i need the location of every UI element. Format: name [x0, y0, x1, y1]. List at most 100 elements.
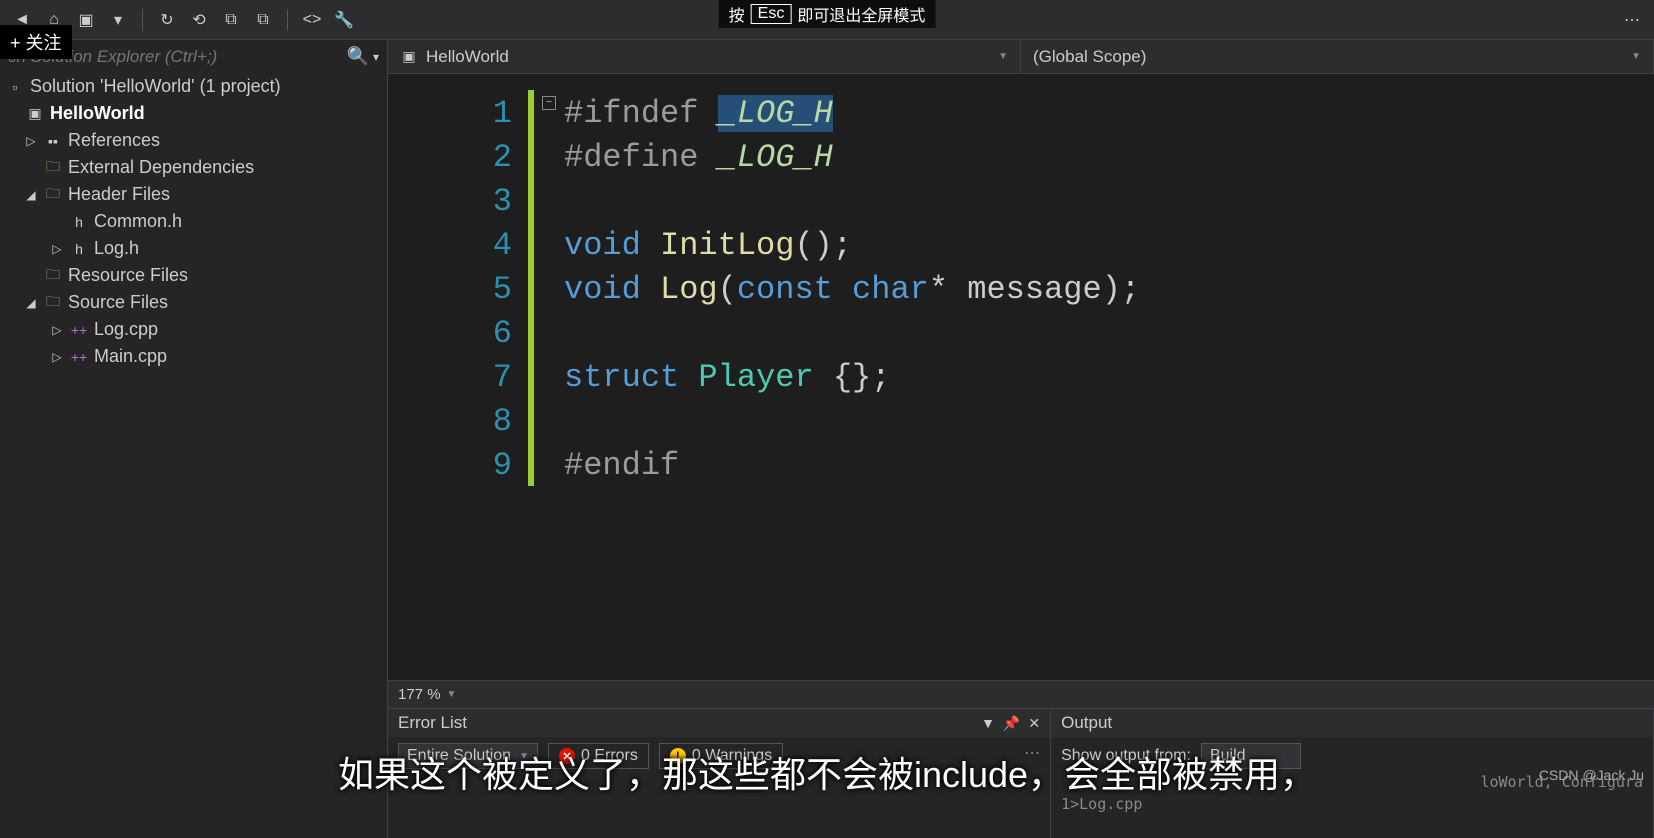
file-node-common-h[interactable]: h Common.h [0, 208, 387, 235]
search-dropdown-icon[interactable]: ▾ [373, 50, 379, 64]
warnings-count: 0 Warnings [692, 747, 772, 765]
scope-filter-dropdown[interactable]: Entire Solution ▼ [398, 743, 538, 769]
node-label: Source Files [68, 292, 168, 313]
line-number: 1 [388, 92, 512, 136]
output-source-dropdown[interactable]: Build [1201, 743, 1301, 769]
source-files-node[interactable]: ◢ 🗀 Source Files [0, 289, 387, 316]
member-scope-dropdown[interactable]: (Global Scope) ▼ [1021, 40, 1654, 73]
nav-right-label: (Global Scope) [1033, 47, 1146, 67]
code-content[interactable]: #ifndef _LOG_H #define _LOG_H void InitL… [564, 74, 1654, 680]
paste-icon[interactable]: ⧉ [251, 8, 275, 32]
project-node[interactable]: ▣ HelloWorld [0, 100, 387, 127]
expander-icon[interactable]: ▷ [50, 350, 64, 364]
fold-column: − [534, 74, 564, 680]
navigation-bar: ▣ HelloWorld ▼ (Global Scope) ▼ [388, 40, 1654, 74]
chevron-down-icon: ▼ [519, 751, 529, 762]
file-label: Common.h [94, 211, 182, 232]
zoom-bar: 177 % ▼ [388, 680, 1654, 708]
line-number: 7 [388, 356, 512, 400]
line-number: 5 [388, 268, 512, 312]
separator [142, 9, 143, 31]
header-files-node[interactable]: ◢ 🗀 Header Files [0, 181, 387, 208]
folder-icon: 🗀 [44, 186, 62, 204]
bottom-panels: Error List ▼ 📌 ✕ Entire Solution ▼ ✕ 0 E… [388, 708, 1654, 838]
pin-icon[interactable]: 📌 [1003, 715, 1020, 732]
panel-title: Output [1061, 713, 1643, 733]
file-node-main-cpp[interactable]: ▷ ++ Main.cpp [0, 343, 387, 370]
esc-keycap: Esc [751, 4, 792, 24]
solution-tree: ▫ Solution 'HelloWorld' (1 project) ▣ He… [0, 73, 387, 838]
expander-icon[interactable]: ◢ [24, 188, 38, 202]
solution-node[interactable]: ▫ Solution 'HelloWorld' (1 project) [0, 73, 387, 100]
code-icon[interactable]: <> [300, 8, 324, 32]
errors-filter-button[interactable]: ✕ 0 Errors [548, 743, 649, 769]
node-label: External Dependencies [68, 157, 254, 178]
h-file-icon: h [70, 240, 88, 258]
warning-icon: ! [670, 748, 686, 764]
scope-label: Entire Solution [407, 747, 511, 765]
resource-files-node[interactable]: 🗀 Resource Files [0, 262, 387, 289]
line-number: 6 [388, 312, 512, 356]
external-deps-node[interactable]: 🗀 External Dependencies [0, 154, 387, 181]
file-label: Log.cpp [94, 319, 158, 340]
warnings-filter-button[interactable]: ! 0 Warnings [659, 743, 783, 769]
fold-toggle[interactable]: − [542, 96, 556, 110]
line-number: 4 [388, 224, 512, 268]
overflow-icon[interactable]: ⋯ [1620, 8, 1644, 32]
zoom-level[interactable]: 177 % [398, 686, 441, 703]
file-node-log-h[interactable]: ▷ h Log.h [0, 235, 387, 262]
line-number-gutter: 1 2 3 4 5 6 7 8 9 [388, 74, 528, 680]
project-label: HelloWorld [50, 103, 145, 124]
search-icon[interactable]: 🔍 [347, 46, 369, 67]
hint-post: 即可退出全屏模式 [797, 2, 925, 26]
solution-icon: ▫ [6, 78, 24, 96]
refresh-icon[interactable]: ⟲ [187, 8, 211, 32]
new-item-icon[interactable]: ▣ [74, 8, 98, 32]
node-label: References [68, 130, 160, 151]
separator [287, 9, 288, 31]
expander-icon[interactable]: ◢ [24, 296, 38, 310]
overflow-icon[interactable]: ⋯ [1024, 743, 1040, 763]
file-node-log-cpp[interactable]: ▷ ++ Log.cpp [0, 316, 387, 343]
editor-zone: ▣ HelloWorld ▼ (Global Scope) ▼ 1 2 3 4 … [388, 40, 1654, 838]
code-editor[interactable]: 1 2 3 4 5 6 7 8 9 − #ifndef _LOG_H #defi… [388, 74, 1654, 680]
dropdown-icon[interactable]: ▾ [106, 8, 130, 32]
project-scope-dropdown[interactable]: ▣ HelloWorld ▼ [388, 40, 1021, 73]
cpp-file-icon: ++ [70, 321, 88, 339]
line-number: 3 [388, 180, 512, 224]
dropdown-icon[interactable]: ▼ [981, 715, 995, 731]
project-icon: ▣ [400, 48, 418, 66]
show-output-label: Show output from: [1061, 747, 1191, 765]
folder-icon: 🗀 [44, 159, 62, 177]
errors-count: 0 Errors [581, 747, 638, 765]
file-label: Log.h [94, 238, 139, 259]
history-icon[interactable]: ↻ [155, 8, 179, 32]
node-label: Resource Files [68, 265, 188, 286]
solution-explorer-panel: 🔍 ▾ ▫ Solution 'HelloWorld' (1 project) … [0, 40, 388, 838]
fullscreen-hint-overlay: 按 Esc 即可退出全屏模式 [719, 0, 936, 28]
project-icon: ▣ [26, 105, 44, 123]
panel-title: Error List [398, 713, 973, 733]
solution-label: Solution 'HelloWorld' (1 project) [30, 76, 281, 97]
folder-icon: 🗀 [44, 294, 62, 312]
expander-icon[interactable]: ▷ [50, 242, 64, 256]
cpp-file-icon: ++ [70, 348, 88, 366]
references-icon: ▪▪ [44, 132, 62, 150]
expander-icon[interactable]: ▷ [50, 323, 64, 337]
chevron-down-icon: ▼ [1631, 51, 1641, 62]
file-label: Main.cpp [94, 346, 167, 367]
references-node[interactable]: ▷ ▪▪ References [0, 127, 387, 154]
close-icon[interactable]: ✕ [1028, 715, 1040, 732]
follow-label: + 关注 [10, 29, 62, 55]
line-number: 2 [388, 136, 512, 180]
error-icon: ✕ [559, 748, 575, 764]
h-file-icon: h [70, 213, 88, 231]
line-number: 9 [388, 444, 512, 488]
output-line: 1>Log.cpp [1061, 795, 1643, 813]
copy-icon[interactable]: ⧉ [219, 8, 243, 32]
folder-icon: 🗀 [44, 267, 62, 285]
expander-icon[interactable]: ▷ [24, 134, 38, 148]
wrench-icon[interactable]: 🔧 [332, 8, 356, 32]
follow-button[interactable]: + 关注 [0, 25, 72, 59]
chevron-down-icon[interactable]: ▼ [447, 689, 457, 700]
